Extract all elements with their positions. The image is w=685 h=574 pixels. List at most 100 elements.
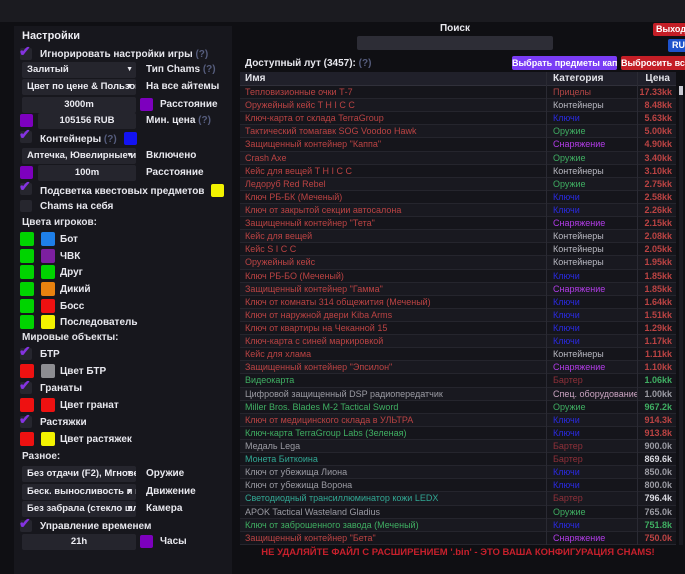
settings-row: Дикий xyxy=(14,282,232,298)
table-row[interactable]: Светодиодный трансиллюминатор кожи LEDXБ… xyxy=(240,492,676,505)
item-category: Контейнеры xyxy=(553,99,637,111)
color-pair-label: Бот xyxy=(60,234,78,245)
table-row[interactable]: Ключ от закрытой секции автосалонаКлючи2… xyxy=(240,204,676,217)
table-row[interactable]: Защищенный контейнер "Эпсилон"Снаряжение… xyxy=(240,361,676,374)
color-swatch[interactable] xyxy=(211,184,224,197)
table-row[interactable]: Ключ РБ-БК (Меченый)Ключи2.58kk xyxy=(240,191,676,204)
table-row[interactable]: Ключ от наружной двери Kiba ArmsКлючи1.5… xyxy=(240,309,676,322)
table-row[interactable]: Ключ от медицинского склада в УЛЬТРАКлюч… xyxy=(240,414,676,427)
section-heading: Разное: xyxy=(22,451,60,462)
table-row[interactable]: Защищенный контейнер "Гамма"Снаряжение1.… xyxy=(240,283,676,296)
value-input[interactable]: 21h xyxy=(22,534,136,550)
dropdown[interactable]: Аптечка, Ювелирные и...▼ xyxy=(22,148,136,164)
table-row[interactable]: Кейс для вещей T H I C CКонтейнеры3.10kk xyxy=(240,165,676,178)
table-row[interactable]: Ледоруб Red RebelОружие2.75kk xyxy=(240,178,676,191)
color-swatch[interactable] xyxy=(20,398,34,412)
checkbox[interactable]: ✔ xyxy=(20,131,32,143)
dropdown[interactable]: Без забрала (стекло шлема)▼ xyxy=(22,501,136,517)
column-header-name[interactable]: Имя xyxy=(245,73,265,84)
color-swatch[interactable] xyxy=(20,315,34,329)
color-swatch[interactable] xyxy=(41,299,55,313)
item-category: Контейнеры xyxy=(553,230,637,242)
column-header-price[interactable]: Цена xyxy=(645,73,670,84)
table-row[interactable]: Ключ от квартиры на Чеканной 15Ключи1.29… xyxy=(240,322,676,335)
table-row[interactable]: Кейс для вещейКонтейнеры2.08kk xyxy=(240,230,676,243)
dropdown[interactable]: Цвет по цене & Пользователь▼ xyxy=(22,79,136,95)
table-row[interactable]: Защищенный контейнер "Тета"Снаряжение2.1… xyxy=(240,217,676,230)
language-button[interactable]: RU xyxy=(668,39,685,52)
color-swatch[interactable] xyxy=(124,132,137,145)
settings-row: ✔Подсветка квестовых предметов xyxy=(14,182,232,198)
item-price: 1.29kk xyxy=(644,322,672,334)
scrollbar-track[interactable] xyxy=(679,86,683,545)
value-input[interactable]: 3000m xyxy=(22,97,136,113)
table-row[interactable]: Ключ РБ-БО (Меченый)Ключи1.85kk xyxy=(240,270,676,283)
discard-all-button[interactable]: Выбросить все xyxy=(621,56,685,70)
table-row[interactable]: Ключ-карта с синей маркировкойКлючи1.17k… xyxy=(240,335,676,348)
color-swatch[interactable] xyxy=(41,398,55,412)
item-name: Цифровой защищенный DSP радиопередатчик xyxy=(245,388,543,400)
table-row[interactable]: Miller Bros. Blades M-2 Tactical SwordОр… xyxy=(240,401,676,414)
color-swatch[interactable] xyxy=(41,432,55,446)
settings-row: Аптечка, Ювелирные и...▼Включено xyxy=(14,148,232,164)
column-header-category[interactable]: Категория xyxy=(553,73,603,84)
dropdown[interactable]: Беск. выносливость и нет уста▼ xyxy=(22,484,136,500)
table-row[interactable]: Ключ-карта от склада TerraGroupКлючи5.63… xyxy=(240,112,676,125)
table-row[interactable]: Ключ-карта TerraGroup Labs (Зеленая)Ключ… xyxy=(240,427,676,440)
table-row[interactable]: Ключ от комнаты 314 общежития (Меченый)К… xyxy=(240,296,676,309)
value-input[interactable]: 100m xyxy=(38,165,136,181)
color-swatch[interactable] xyxy=(20,364,34,378)
color-swatch[interactable] xyxy=(20,249,34,263)
color-swatch[interactable] xyxy=(41,282,55,296)
table-row[interactable]: APOK Tactical Wasteland GladiusОружие765… xyxy=(240,506,676,519)
checkbox[interactable]: ✔ xyxy=(20,382,32,394)
table-row[interactable]: Оружейный кейсКонтейнеры1.95kk xyxy=(240,256,676,269)
dropdown[interactable]: Без отдачи (F2), Мгновенное п▼ xyxy=(22,466,136,482)
color-swatch[interactable] xyxy=(41,364,55,378)
checkbox[interactable]: ✔ xyxy=(20,520,32,532)
table-row[interactable]: Кейс для хламаКонтейнеры1.11kk xyxy=(240,348,676,361)
settings-row: Цвет гранат xyxy=(14,398,232,414)
color-swatch[interactable] xyxy=(140,535,153,548)
dropdown[interactable]: Залитый▼ xyxy=(22,62,136,78)
checkbox[interactable]: ✔ xyxy=(20,416,32,428)
color-swatch[interactable] xyxy=(41,265,55,279)
color-swatch[interactable] xyxy=(20,265,34,279)
select-kappa-items-button[interactable]: Выбрать предметы каппа xyxy=(512,56,617,70)
color-swatch[interactable] xyxy=(140,98,153,111)
table-row[interactable]: Тактический томагавк SOG Voodoo HawkОруж… xyxy=(240,125,676,138)
value-input[interactable]: 105156 RUB xyxy=(38,113,136,129)
exit-button[interactable]: Выход xyxy=(653,23,685,36)
checkbox[interactable] xyxy=(20,200,32,212)
table-row[interactable]: Crash AxeОружие3.40kk xyxy=(240,152,676,165)
table-row[interactable]: Ключ от заброшенного завода (Меченый)Клю… xyxy=(240,519,676,532)
table-row[interactable]: ВидеокартаБартер1.06kk xyxy=(240,374,676,387)
table-row[interactable]: Ключ от убежища ЛионаКлючи850.0k xyxy=(240,466,676,479)
checkbox[interactable]: ✔ xyxy=(20,348,32,360)
item-name: Ключ от комнаты 314 общежития (Меченый) xyxy=(245,296,543,308)
table-row[interactable]: Защищенный контейнер "Каппа"Снаряжение4.… xyxy=(240,138,676,151)
checkbox[interactable]: ✔ xyxy=(20,48,32,60)
table-row[interactable]: Тепловизионные очки Т-7Прицелы17.33kk xyxy=(240,86,676,99)
color-swatch[interactable] xyxy=(20,282,34,296)
table-row[interactable]: Цифровой защищенный DSP радиопередатчикС… xyxy=(240,388,676,401)
search-input[interactable] xyxy=(357,36,553,50)
color-swatch[interactable] xyxy=(41,315,55,329)
checkbox[interactable]: ✔ xyxy=(20,183,32,195)
table-row[interactable]: Медаль LegaБартер900.0k xyxy=(240,440,676,453)
settings-row: Бот xyxy=(14,232,232,248)
color-swatch[interactable] xyxy=(41,232,55,246)
color-swatch[interactable] xyxy=(20,299,34,313)
table-row[interactable]: Оружейный кейс T H I C CКонтейнеры8.48kk xyxy=(240,99,676,112)
table-row[interactable]: Ключ от убежища ВоронаКлючи800.0k xyxy=(240,479,676,492)
item-price: 2.75kk xyxy=(644,178,672,190)
color-swatch[interactable] xyxy=(20,432,34,446)
scrollbar-thumb[interactable] xyxy=(679,86,683,95)
color-swatch[interactable] xyxy=(41,249,55,263)
table-row[interactable]: Кейс S I C CКонтейнеры2.05kk xyxy=(240,243,676,256)
color-swatch[interactable] xyxy=(20,232,34,246)
input-label-text: Мин. цена xyxy=(146,115,195,126)
table-row[interactable]: Защищенный контейнер "Бета"Снаряжение750… xyxy=(240,532,676,545)
table-row[interactable]: Монета БиткоинаБартер869.6k xyxy=(240,453,676,466)
item-price: 751.8k xyxy=(644,519,672,531)
